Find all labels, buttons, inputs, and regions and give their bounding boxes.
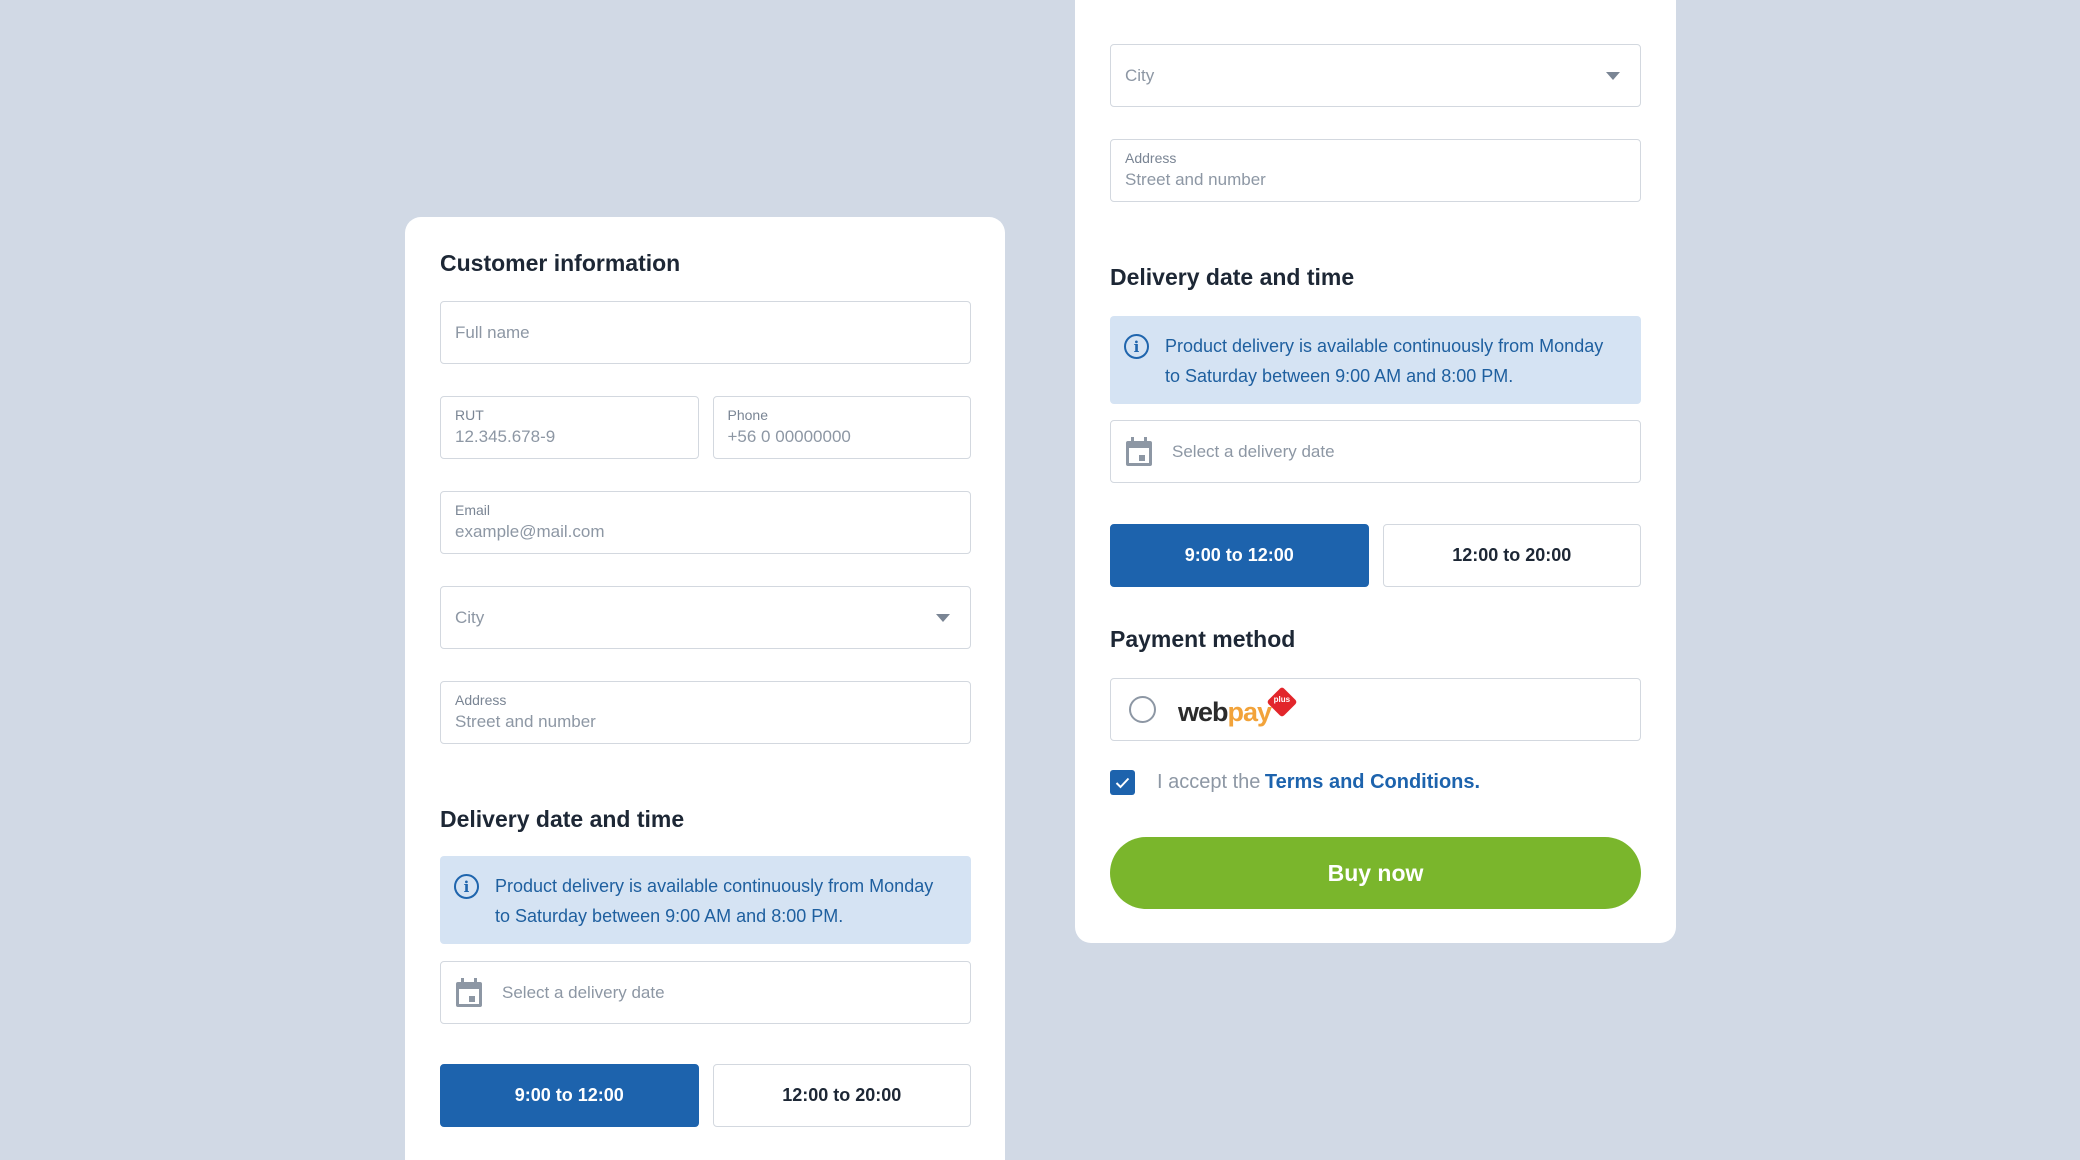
delivery-info-line1: Product delivery is available continuous… [1165, 336, 1604, 356]
address-label: Address [455, 692, 507, 708]
city-placeholder: City [1125, 65, 1155, 85]
info-icon: i [1124, 334, 1149, 359]
delivery-date-placeholder: Select a delivery date [1172, 441, 1335, 461]
webpay-logo-web: web [1178, 696, 1229, 727]
calendar-icon [456, 977, 482, 1007]
rut-placeholder: 12.345.678-9 [455, 427, 556, 446]
delivery-info-text: Product delivery is available continuous… [495, 871, 933, 931]
address-field[interactable]: Address Street and number [440, 681, 971, 744]
address-placeholder: Street and number [1125, 170, 1266, 189]
chevron-down-icon [936, 613, 950, 622]
delivery-date-picker[interactable]: Select a delivery date [440, 961, 971, 1024]
checkout-form-card: Customer information Full name RUT 12.34… [405, 217, 1005, 1160]
delivery-slots: 9:00 to 12:00 12:00 to 20:00 [440, 1064, 971, 1127]
phone-placeholder: +56 0 00000000 [727, 427, 851, 446]
delivery-info-line1: Product delivery is available continuous… [495, 876, 934, 896]
webpay-plus-text: plus [1273, 694, 1291, 704]
webpay-logo-pay: pay [1227, 696, 1273, 727]
email-field[interactable]: Email example@mail.com [440, 491, 971, 554]
info-icon: i [454, 874, 479, 899]
delivery-info-banner: i Product delivery is available continuo… [440, 856, 971, 944]
rut-label: RUT [455, 407, 484, 423]
delivery-info-text: Product delivery is available continuous… [1165, 331, 1603, 391]
slot-afternoon-button[interactable]: 12:00 to 20:00 [1382, 524, 1641, 587]
webpay-plus-badge: plus [1266, 685, 1298, 718]
email-placeholder: example@mail.com [455, 522, 605, 541]
terms-row: I accept the Terms and Conditions. [1110, 770, 1641, 795]
phone-label: Phone [727, 407, 768, 423]
payment-option-webpay[interactable]: web pay plus [1110, 678, 1641, 741]
delivery-info-banner: i Product delivery is available continuo… [1110, 316, 1641, 404]
payment-radio[interactable] [1129, 696, 1156, 723]
delivery-section-title: Delivery date and time [1110, 264, 1355, 290]
delivery-date-placeholder: Select a delivery date [502, 982, 665, 1002]
slot-afternoon-button[interactable]: 12:00 to 20:00 [712, 1064, 971, 1127]
slot-morning-button[interactable]: 9:00 to 12:00 [440, 1064, 699, 1127]
city-placeholder: City [455, 607, 485, 627]
customer-section-title: Customer information [440, 250, 681, 276]
webpay-logo: web pay plus [1178, 685, 1298, 727]
payment-section-title: Payment method [1110, 626, 1296, 652]
terms-prefix: I accept the [1157, 771, 1261, 793]
city-select[interactable]: City [1110, 44, 1641, 107]
delivery-date-picker[interactable]: Select a delivery date [1110, 420, 1641, 483]
chevron-down-icon [1606, 71, 1620, 80]
delivery-info-line2: to Saturday between 9:00 AM and 8:00 PM. [1165, 366, 1514, 386]
calendar-icon [1126, 436, 1152, 466]
checkout-form-card-scrolled: example@mail.com City Address Street and… [1075, 0, 1676, 943]
fullname-field[interactable]: Full name [440, 301, 971, 364]
rut-phone-row: RUT 12.345.678-9 Phone +56 0 00000000 [440, 396, 971, 459]
delivery-slots: 9:00 to 12:00 12:00 to 20:00 [1110, 524, 1641, 587]
slot-morning-button[interactable]: 9:00 to 12:00 [1110, 524, 1369, 587]
city-select[interactable]: City [440, 586, 971, 649]
terms-checkbox[interactable] [1110, 770, 1135, 795]
address-label: Address [1125, 150, 1177, 166]
fullname-placeholder: Full name [455, 322, 530, 342]
rut-field[interactable]: RUT 12.345.678-9 [440, 396, 699, 459]
buy-now-button[interactable]: Buy now [1110, 837, 1641, 909]
address-field[interactable]: Address Street and number [1110, 139, 1641, 202]
check-icon [1115, 777, 1130, 788]
phone-field[interactable]: Phone +56 0 00000000 [712, 396, 971, 459]
delivery-section-title: Delivery date and time [440, 806, 685, 832]
terms-link[interactable]: Terms and Conditions. [1265, 771, 1480, 793]
delivery-info-line2: to Saturday between 9:00 AM and 8:00 PM. [495, 906, 844, 926]
email-label: Email [455, 502, 491, 518]
address-placeholder: Street and number [455, 712, 596, 731]
